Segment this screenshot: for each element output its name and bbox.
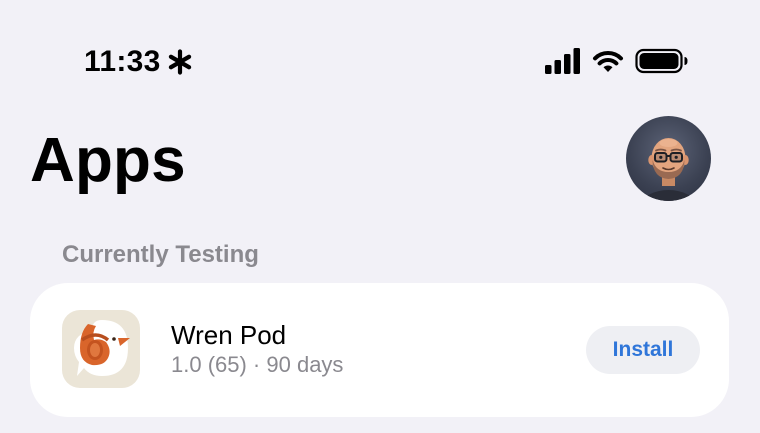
battery-icon: [635, 47, 689, 75]
signal-icon: [544, 47, 582, 75]
status-time-group: 11:33: [84, 42, 193, 82]
apps-screen: 11:33 Apps Currently Testing Wren Pod 1.…: [0, 0, 760, 433]
avatar[interactable]: [626, 116, 711, 201]
status-indicators: [544, 46, 689, 76]
wifi-icon: [592, 48, 624, 74]
section-title-currently-testing: Currently Testing: [62, 241, 259, 268]
app-card[interactable]: Wren Pod 1.0 (65) · 90 days Install: [30, 283, 729, 417]
app-version-meta: 1.0 (65) · 90 days: [171, 352, 344, 377]
status-time: 11:33: [84, 45, 161, 78]
asterisk-icon: [167, 49, 193, 75]
status-bar: 11:33: [0, 0, 760, 110]
app-name: Wren Pod: [171, 320, 287, 350]
page-title: Apps: [30, 126, 186, 195]
wren-pod-app-icon[interactable]: [62, 310, 140, 388]
install-button[interactable]: Install: [586, 326, 700, 374]
